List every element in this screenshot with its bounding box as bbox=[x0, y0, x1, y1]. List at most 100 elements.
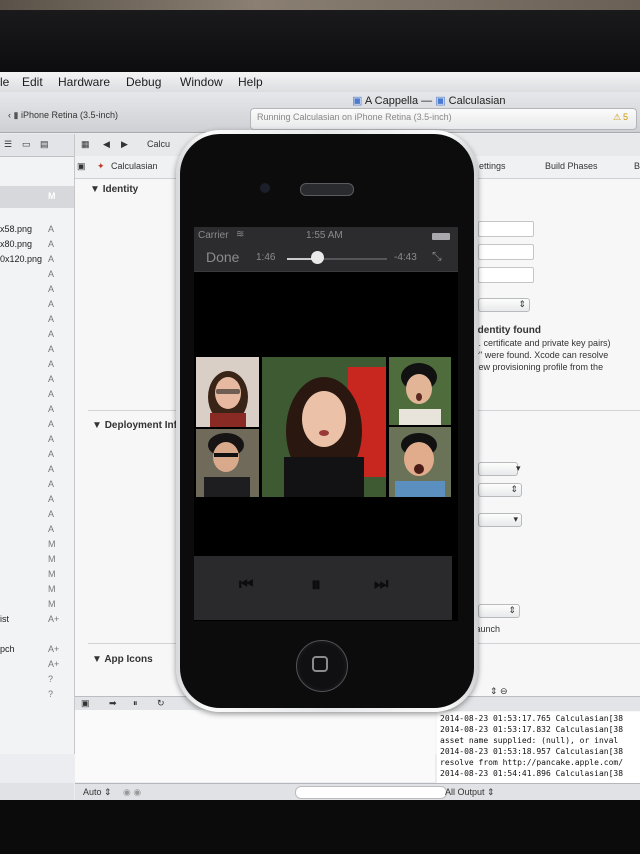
speaker-grille bbox=[300, 183, 354, 196]
navigator-file-row[interactable]: A bbox=[0, 359, 74, 373]
navigator-file-row[interactable]: A bbox=[0, 299, 74, 313]
warning-icon[interactable]: ⚠ bbox=[613, 112, 621, 123]
deployment-target-popup[interactable] bbox=[478, 462, 518, 476]
eye-icon[interactable]: ◉ ◉ bbox=[123, 787, 141, 798]
version-field[interactable] bbox=[478, 244, 534, 260]
navigator-file-row[interactable]: A bbox=[0, 524, 74, 538]
menu-debug[interactable]: Debug bbox=[126, 75, 161, 89]
menu-edit[interactable]: Edit bbox=[22, 75, 43, 89]
deployment-section-title[interactable]: ▼ Deployment Inf bbox=[92, 420, 177, 431]
forward-icon[interactable]: ▶ bbox=[121, 139, 128, 150]
navigator-file-row[interactable]: M bbox=[0, 599, 74, 613]
navigator-file-row[interactable]: A bbox=[0, 269, 74, 283]
tag-icon[interactable]: ▭ bbox=[22, 139, 31, 150]
navigator-file-row[interactable]: ist A+ bbox=[0, 614, 74, 628]
sidebar-toggle-icon[interactable]: ▣ bbox=[77, 161, 86, 172]
menu-hardware[interactable]: Hardware bbox=[58, 75, 110, 89]
menu-file[interactable]: le bbox=[0, 75, 9, 89]
warning-count[interactable]: 5 bbox=[623, 112, 628, 122]
source-control-flag: M bbox=[48, 599, 56, 609]
source-control-flag: A bbox=[48, 389, 55, 399]
dropdown-arrow-icon[interactable]: ▾ bbox=[516, 463, 521, 474]
navigator-file-row[interactable]: A bbox=[0, 509, 74, 523]
scheme-selector[interactable]: ‹ ▮ iPhone Retina (3.5-inch) bbox=[8, 110, 158, 126]
window-title-separator: — bbox=[421, 95, 433, 107]
previous-track-icon[interactable]: ⏮ bbox=[239, 576, 253, 594]
activity-status: Running Calculasian on iPhone Retina (3.… bbox=[250, 108, 637, 130]
scrubber-thumb[interactable] bbox=[311, 251, 324, 264]
navigator-file-row[interactable]: A bbox=[0, 374, 74, 388]
source-control-flag: A+ bbox=[48, 644, 60, 654]
disclosure-icon: ▼ bbox=[92, 654, 105, 665]
navigator-file-row[interactable]: M bbox=[0, 569, 74, 583]
chat-icon[interactable]: ▤ bbox=[40, 139, 49, 150]
navigator-file-row[interactable]: A bbox=[0, 434, 74, 448]
team-popup[interactable]: ⇕ bbox=[478, 298, 530, 312]
output-filter-popup[interactable]: All Output ⇕ bbox=[445, 787, 495, 798]
navigator-file-row[interactable]: pch A+ bbox=[0, 644, 74, 658]
navigator-file-row[interactable]: A bbox=[0, 314, 74, 328]
source-control-flag: M bbox=[48, 584, 56, 594]
breakpoints-icon[interactable]: ➡ bbox=[109, 698, 117, 709]
bundle-identifier-field[interactable] bbox=[478, 221, 534, 237]
navigator-file-row[interactable]: A bbox=[0, 284, 74, 298]
navigator-file-row[interactable]: A bbox=[0, 329, 74, 343]
video-tile-singer bbox=[389, 357, 451, 425]
navigator-file-row[interactable]: x58.png A bbox=[0, 224, 74, 238]
source-control-flag: A bbox=[48, 269, 55, 279]
back-icon[interactable]: ◀ bbox=[103, 139, 110, 150]
auto-variables-popup[interactable]: Auto ⇕ bbox=[83, 787, 112, 798]
tab-build-rules[interactable]: B bbox=[634, 161, 640, 171]
window-title-file: Calculasian bbox=[448, 95, 506, 107]
status-bar-style-popup[interactable]: ⇕ bbox=[478, 604, 520, 618]
file-name: 0x120.png bbox=[0, 254, 43, 264]
console-filter-field[interactable] bbox=[295, 786, 447, 799]
next-track-icon[interactable]: ⏭ bbox=[374, 576, 388, 594]
wifi-icon: ≋ bbox=[236, 229, 245, 240]
navigator-file-row[interactable]: A bbox=[0, 494, 74, 508]
navigator-file-row[interactable]: M bbox=[0, 554, 74, 568]
navigator-file-row[interactable]: A bbox=[0, 344, 74, 358]
navigator-file-row[interactable]: M bbox=[0, 584, 74, 598]
ios-status-bar: Carrier ≋ 1:55 AM bbox=[194, 227, 458, 245]
source-control-flag: A bbox=[48, 404, 55, 414]
navigator-file-row[interactable]: A bbox=[0, 404, 74, 418]
tab-build-settings[interactable]: ettings bbox=[479, 161, 506, 171]
menu-help[interactable]: Help bbox=[238, 75, 263, 89]
app-icons-section-title[interactable]: ▼ App Icons bbox=[92, 654, 153, 665]
navigator-file-row[interactable]: A bbox=[0, 389, 74, 403]
navigator-filter-bar bbox=[0, 783, 74, 800]
navigator-file-row[interactable]: ? bbox=[0, 689, 74, 703]
navigator-file-row[interactable]: A bbox=[0, 479, 74, 493]
jump-bar-file[interactable]: Calcu bbox=[147, 139, 170, 149]
devices-popup[interactable]: ⇕ bbox=[478, 483, 522, 497]
navigator-file-row[interactable]: A bbox=[0, 449, 74, 463]
tab-build-phases[interactable]: Build Phases bbox=[545, 161, 598, 171]
step-over-icon[interactable]: ↻ bbox=[157, 698, 165, 709]
navigator-file-row[interactable]: A bbox=[0, 419, 74, 433]
navigator-file-row[interactable]: A+ bbox=[0, 659, 74, 673]
menu-window[interactable]: Window bbox=[180, 75, 223, 89]
navigator-file-row[interactable] bbox=[0, 629, 74, 643]
source-control-flag: A bbox=[48, 224, 55, 234]
console-line: asset name supplied: (null), or inval bbox=[440, 736, 619, 745]
navigator-file-row[interactable]: ? bbox=[0, 674, 74, 688]
source-control-flag: M bbox=[48, 569, 56, 579]
pause-icon[interactable]: ⏸ bbox=[133, 698, 138, 709]
navigator-file-row[interactable]: 0x120.png A bbox=[0, 254, 74, 268]
hide-debug-icon[interactable]: ▣ bbox=[81, 698, 90, 709]
main-interface-popup[interactable]: ▾ bbox=[478, 513, 522, 527]
fullscreen-toggle-icon[interactable]: ⤡ bbox=[432, 249, 442, 264]
navigator-file-row[interactable]: A bbox=[0, 464, 74, 478]
identity-section-title[interactable]: ▼ Identity bbox=[90, 184, 138, 195]
target-selector[interactable]: Calculasian bbox=[111, 161, 158, 171]
monitor-edge bbox=[0, 0, 640, 10]
navigator-file-row[interactable]: x80.png A bbox=[0, 239, 74, 253]
navigator-file-row[interactable]: M bbox=[0, 539, 74, 553]
dropdown-arrow-icon: ▾ bbox=[513, 514, 518, 524]
build-field[interactable] bbox=[478, 267, 534, 283]
list-icon[interactable]: ☰ bbox=[4, 139, 12, 150]
pause-icon[interactable]: ⏸ bbox=[311, 574, 321, 597]
done-button[interactable]: Done bbox=[206, 249, 239, 265]
related-items-icon[interactable]: ▦ bbox=[81, 139, 90, 150]
